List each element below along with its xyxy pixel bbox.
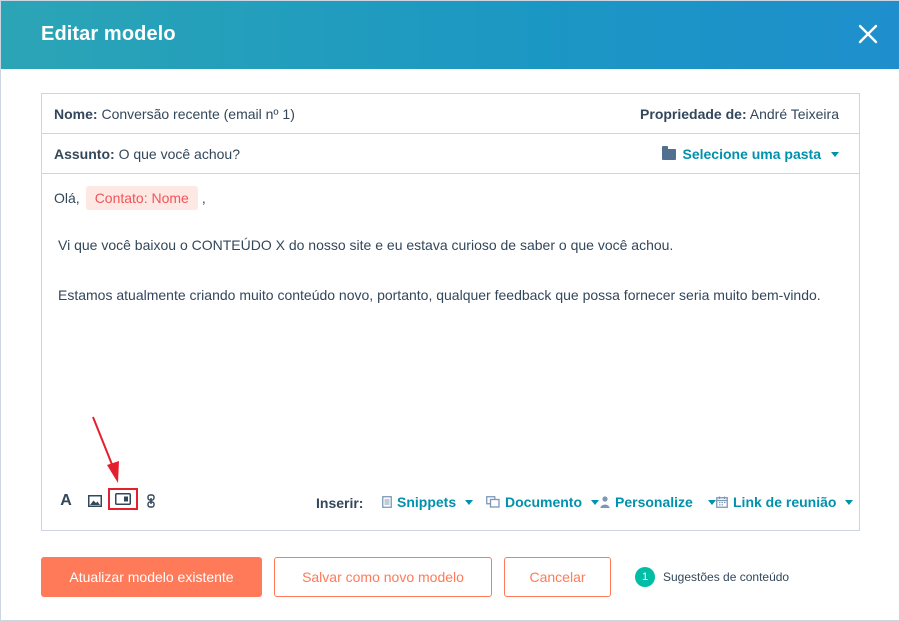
insert-snippets-dropdown[interactable]: Snippets: [382, 494, 474, 510]
greeting-line: Olá, Contato: Nome,: [54, 186, 206, 210]
body-paragraph-1: Vi que você baixou o CONTEÚDO X do nosso…: [58, 237, 674, 253]
cancel-button[interactable]: Cancelar: [504, 557, 611, 597]
chevron-down-icon: [465, 499, 474, 505]
content-suggestions[interactable]: 1 Sugestões de conteúdo: [635, 567, 789, 587]
suggestions-count-badge: 1: [635, 567, 655, 587]
close-icon[interactable]: [857, 23, 879, 45]
snippet-icon: [382, 496, 392, 508]
owner-label: Propriedade de:: [640, 106, 747, 122]
document-icon: [486, 496, 500, 508]
insert-personalize-dropdown[interactable]: Personalize: [600, 494, 716, 510]
subject-field[interactable]: Assunto: O que você achou?: [54, 146, 240, 162]
update-template-button[interactable]: Atualizar modelo existente: [41, 557, 262, 597]
contact-name-token[interactable]: Contato: Nome: [85, 186, 198, 210]
snippets-label: Snippets: [397, 494, 457, 510]
insert-label: Inserir:: [316, 495, 364, 511]
modal-title: Editar modelo: [41, 23, 176, 45]
name-value: Conversão recente (email nº 1): [101, 106, 295, 122]
name-row: Nome: Conversão recente (email nº 1) Pro…: [42, 94, 859, 134]
personalize-label: Personalize: [615, 494, 693, 510]
video-icon[interactable]: [108, 488, 138, 510]
owner-field: Propriedade de: André Teixeira: [640, 106, 839, 122]
suggestions-label: Sugestões de conteúdo: [663, 570, 790, 584]
text-format-icon[interactable]: A: [60, 492, 72, 510]
person-icon: [600, 496, 610, 508]
red-arrow-annotation: [92, 416, 119, 483]
subject-value: O que você achou?: [118, 146, 240, 162]
folder-select[interactable]: Selecione uma pasta: [662, 145, 839, 162]
meeting-link-label: Link de reunião: [733, 494, 837, 510]
greeting-comma: ,: [201, 190, 206, 206]
calendar-icon: [716, 496, 728, 508]
link-icon[interactable]: [146, 492, 156, 510]
insert-document-dropdown[interactable]: Documento: [486, 494, 599, 510]
document-label: Documento: [505, 494, 582, 510]
subject-row: Assunto: O que você achou? Selecione uma…: [42, 134, 859, 174]
chevron-down-icon: [707, 499, 716, 505]
template-editor: Nome: Conversão recente (email nº 1) Pro…: [41, 93, 860, 531]
chevron-down-icon: [591, 499, 599, 505]
image-icon[interactable]: [88, 492, 102, 510]
editor-toolbar: A Inserir: Snippets Documento Personaliz…: [42, 486, 859, 516]
save-as-new-button[interactable]: Salvar como novo modelo: [274, 557, 492, 597]
owner-value: André Teixeira: [749, 106, 839, 122]
body-paragraph-2: Estamos atualmente criando muito conteúd…: [58, 287, 821, 303]
folder-select-label: Selecione uma pasta: [682, 146, 821, 162]
subject-label: Assunto:: [54, 146, 115, 162]
greeting-text: Olá,: [54, 190, 80, 206]
name-field[interactable]: Nome: Conversão recente (email nº 1): [54, 106, 295, 122]
name-label: Nome:: [54, 106, 98, 122]
chevron-down-icon: [845, 499, 854, 505]
chevron-down-icon: [831, 151, 839, 157]
folder-icon: [662, 145, 677, 160]
edit-template-modal: Editar modelo Nome: Conversão recente (e…: [0, 0, 900, 621]
modal-header: Editar modelo: [1, 1, 899, 69]
insert-meeting-link-dropdown[interactable]: Link de reunião: [716, 494, 854, 510]
